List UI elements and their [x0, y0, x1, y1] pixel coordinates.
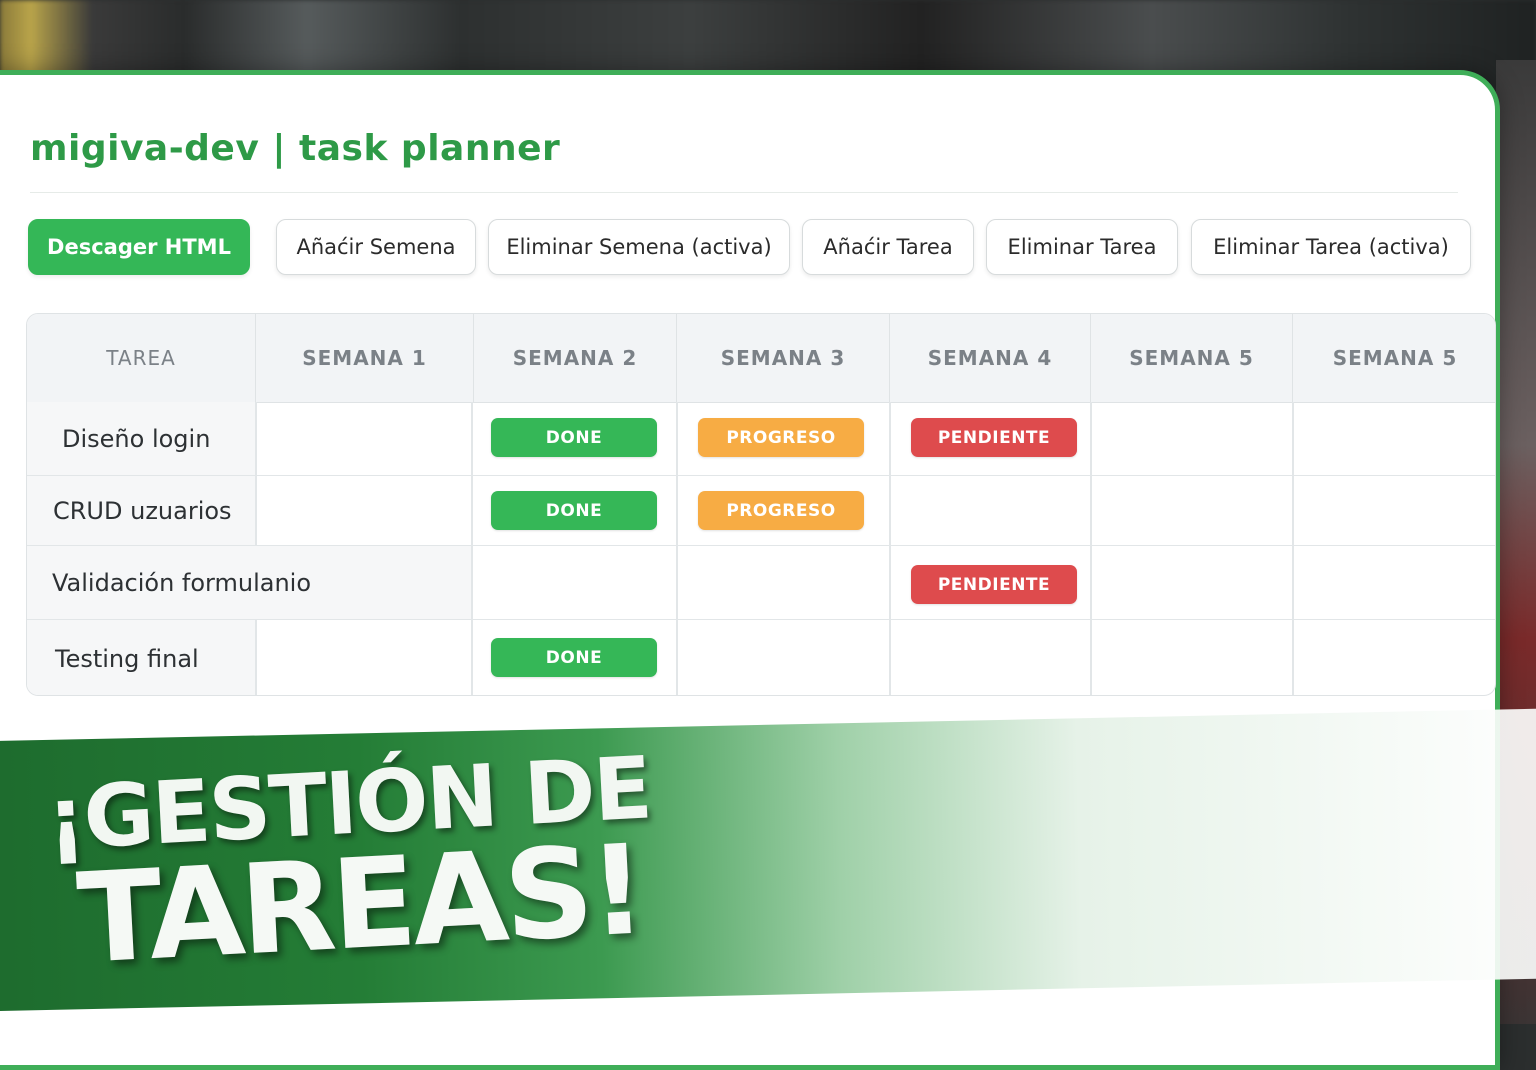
- table-row[interactable]: CRUD uzuarios DONE PROGRESO: [27, 476, 1495, 546]
- delete-active-task-button[interactable]: Eliminar Tarea (activa): [1191, 219, 1471, 275]
- banner-headline-line2: TAREAS!: [74, 818, 646, 992]
- app-title: migiva-dev | task planner: [30, 128, 561, 169]
- add-week-button[interactable]: Añaćir Semena: [276, 219, 476, 275]
- add-task-button[interactable]: Añaćir Tarea: [802, 219, 974, 275]
- table-row[interactable]: Diseño login DONE PROGRESO PENDIENTE: [27, 402, 1495, 476]
- status-badge-done[interactable]: DONE: [491, 418, 657, 457]
- status-badge-pending[interactable]: PENDIENTE: [911, 418, 1077, 457]
- column-header-week-4[interactable]: SEMANA 4: [889, 314, 1090, 402]
- task-name[interactable]: Diseño login: [27, 402, 255, 475]
- delete-active-week-button[interactable]: Eliminar Semena (activa): [488, 219, 790, 275]
- table-header: TAREA SEMANA 1 SEMANA 2 SEMANA 3 SEMANA …: [27, 314, 1495, 403]
- column-header-week-2[interactable]: SEMANA 2: [473, 314, 676, 402]
- column-header-week-3[interactable]: SEMANA 3: [676, 314, 889, 402]
- header-divider: [30, 192, 1458, 193]
- table-row[interactable]: Validación formulanio PENDIENTE: [27, 546, 1495, 620]
- download-html-button[interactable]: Descager HTML: [28, 219, 250, 275]
- task-table: TAREA SEMANA 1 SEMANA 2 SEMANA 3 SEMANA …: [26, 313, 1496, 696]
- status-badge-done[interactable]: DONE: [491, 491, 657, 530]
- column-header-week-1[interactable]: SEMANA 1: [255, 314, 473, 402]
- column-header-week-5[interactable]: SEMANA 5: [1090, 314, 1292, 402]
- column-header-task: TAREA: [106, 346, 176, 370]
- status-badge-progress[interactable]: PROGRESO: [698, 418, 864, 457]
- status-badge-done[interactable]: DONE: [491, 638, 657, 677]
- delete-task-button[interactable]: Eliminar Tarea: [986, 219, 1178, 275]
- status-badge-pending[interactable]: PENDIENTE: [911, 565, 1077, 604]
- status-badge-progress[interactable]: PROGRESO: [698, 491, 864, 530]
- column-header-week-5b[interactable]: SEMANA 5: [1292, 314, 1495, 402]
- table-row[interactable]: Testing final DONE: [27, 620, 1495, 695]
- task-name[interactable]: Testing final: [27, 620, 255, 695]
- task-name[interactable]: CRUD uzuarios: [27, 476, 255, 545]
- task-name[interactable]: Validación formulanio: [27, 546, 471, 619]
